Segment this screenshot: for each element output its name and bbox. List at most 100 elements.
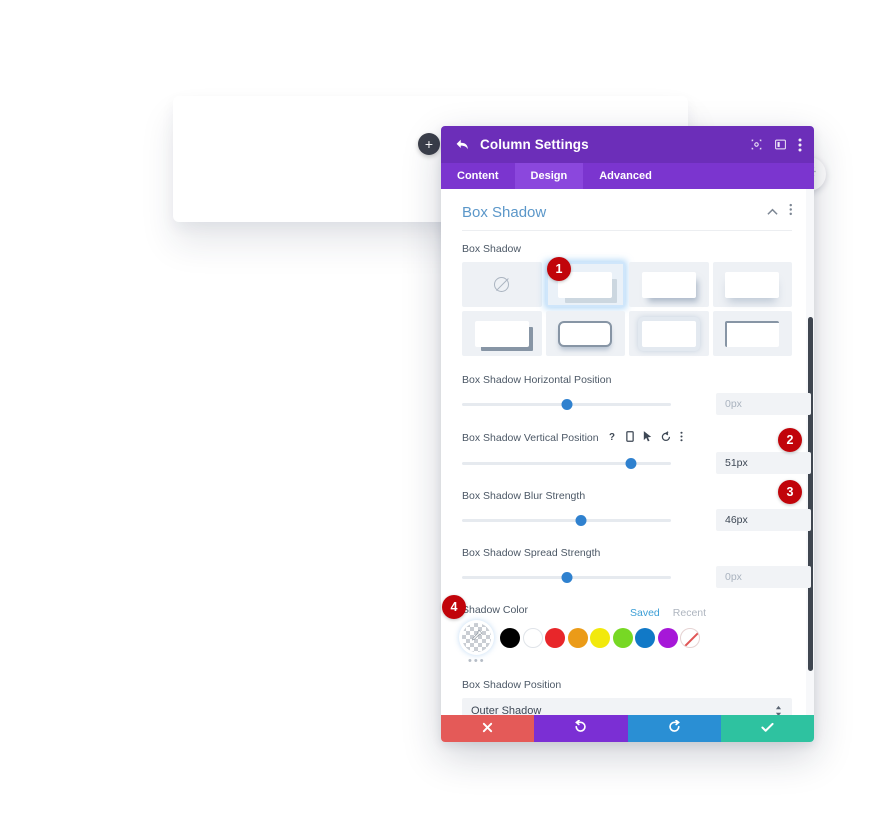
- svg-text:?: ?: [609, 432, 615, 442]
- shadow-color-swatches: [462, 623, 792, 652]
- preset-swatch: [725, 320, 780, 347]
- eyedropper-icon: [470, 629, 483, 647]
- swatch-blue[interactable]: [635, 627, 655, 648]
- eyedropper-transparent-swatch[interactable]: [462, 623, 491, 652]
- preset-top-left-border[interactable]: [712, 311, 792, 356]
- cursor-hover-icon[interactable]: [643, 431, 652, 445]
- annotation-badge-1: 1: [547, 257, 571, 281]
- box-shadow-position-select[interactable]: Outer Shadow: [462, 698, 792, 715]
- preset-swatch: [641, 320, 696, 347]
- preset-swatch: [474, 320, 529, 347]
- spread-strength-row: Box Shadow Spread Strength 0px: [462, 547, 811, 588]
- swatch-yellow[interactable]: [590, 627, 610, 648]
- preset-bottom-right-blur[interactable]: [629, 262, 709, 307]
- scrollbar-thumb[interactable]: [808, 317, 813, 671]
- spread-strength-label: Box Shadow Spread Strength: [462, 547, 601, 559]
- spread-strength-slider[interactable]: [462, 570, 671, 584]
- box-shadow-position-field: Box Shadow Position Outer Shadow: [462, 679, 792, 715]
- annotation-badge-2: 2: [778, 428, 802, 452]
- column-settings-modal: Column Settings Content Design Advanced …: [441, 126, 814, 742]
- slider-knob[interactable]: [561, 571, 572, 583]
- kebab-menu-icon[interactable]: [798, 138, 802, 152]
- color-tabs: Saved Recent: [630, 607, 706, 619]
- shadow-color-field: Shadow Color ••• Saved Recent: [462, 604, 792, 667]
- box-shadow-section-header: Box Shadow: [462, 203, 792, 231]
- reset-icon[interactable]: [661, 431, 671, 445]
- checkmark-icon: [761, 720, 774, 738]
- slider-knob[interactable]: [575, 514, 587, 526]
- back-arrow-icon[interactable]: [455, 138, 470, 151]
- preset-bottom-soft[interactable]: [712, 262, 792, 307]
- section-title: Box Shadow: [462, 203, 547, 221]
- horizontal-position-value[interactable]: 0px: [716, 393, 811, 415]
- screen: + Column Settings Content Design Advance…: [0, 0, 880, 815]
- responsive-preview-icon[interactable]: [750, 138, 763, 151]
- saved-colors-tab[interactable]: Saved: [630, 607, 660, 619]
- tab-content[interactable]: Content: [441, 163, 515, 189]
- swatch-red[interactable]: [545, 627, 565, 648]
- swatch-black[interactable]: [500, 627, 520, 648]
- blur-strength-row: Box Shadow Blur Strength 46px: [462, 490, 811, 531]
- tab-advanced[interactable]: Advanced: [583, 163, 668, 189]
- more-colors-button[interactable]: •••: [468, 655, 792, 667]
- preset-swatch: [641, 271, 696, 298]
- preset-swatch: [725, 271, 780, 298]
- preset-inner-glow[interactable]: [629, 311, 709, 356]
- shadow-color-label: Shadow Color: [462, 604, 528, 616]
- annotation-badge-3: 3: [778, 480, 802, 504]
- swatch-white[interactable]: [522, 627, 543, 648]
- chevron-up-icon[interactable]: [766, 203, 778, 221]
- mobile-device-icon[interactable]: [625, 431, 634, 445]
- modal-tabs: Content Design Advanced: [441, 163, 814, 189]
- horizontal-position-row: Box Shadow Horizontal Position 0px: [462, 374, 811, 415]
- modal-footer: [441, 715, 814, 742]
- swatch-purple[interactable]: [657, 627, 678, 648]
- slider-knob[interactable]: [561, 398, 572, 410]
- preset-none[interactable]: [462, 262, 542, 307]
- recent-colors-tab[interactable]: Recent: [673, 607, 706, 619]
- undo-button[interactable]: [534, 715, 628, 742]
- spread-strength-value[interactable]: 0px: [716, 566, 811, 588]
- save-button[interactable]: [720, 715, 814, 742]
- redo-button[interactable]: [627, 715, 721, 742]
- vertical-position-label: Box Shadow Vertical Position ?: [462, 431, 792, 445]
- box-shadow-preset-label: Box Shadow: [462, 243, 521, 255]
- modal-title: Column Settings: [480, 137, 589, 152]
- help-icon[interactable]: ?: [609, 431, 617, 445]
- kebab-menu-icon[interactable]: [789, 203, 793, 221]
- select-stepper-icon: [775, 705, 782, 715]
- redo-icon: [668, 719, 681, 738]
- blur-strength-label: Box Shadow Blur Strength: [462, 490, 586, 502]
- cancel-button[interactable]: [441, 715, 535, 742]
- tab-design[interactable]: Design: [514, 163, 584, 189]
- layout-panel-icon[interactable]: [774, 138, 787, 151]
- box-shadow-preset-grid: [462, 262, 792, 356]
- horizontal-position-slider[interactable]: [462, 397, 671, 411]
- swatch-none[interactable]: [680, 627, 700, 648]
- plus-icon: +: [424, 136, 434, 152]
- annotation-badge-4: 4: [442, 595, 466, 619]
- modal-body: Box Shadow Box Shadow Box Shadow Horizon…: [441, 189, 814, 715]
- vertical-position-slider[interactable]: [462, 456, 671, 470]
- preset-outline-rounded[interactable]: [545, 311, 625, 356]
- box-shadow-position-value: Outer Shadow: [471, 705, 542, 715]
- swatch-green[interactable]: [612, 627, 633, 648]
- no-shadow-icon: [494, 277, 510, 292]
- slider-track: [462, 461, 671, 465]
- horizontal-position-label: Box Shadow Horizontal Position: [462, 374, 612, 386]
- box-shadow-position-label: Box Shadow Position: [462, 679, 562, 691]
- undo-icon: [574, 719, 587, 738]
- kebab-menu-icon[interactable]: [680, 431, 683, 445]
- blur-strength-slider[interactable]: [462, 513, 671, 527]
- slider-knob[interactable]: [625, 457, 637, 469]
- close-x-icon: [482, 720, 493, 738]
- vertical-position-value[interactable]: 51px: [716, 452, 811, 474]
- swatch-orange[interactable]: [567, 627, 588, 648]
- add-module-button[interactable]: +: [418, 133, 440, 155]
- preset-hard-bottom-right[interactable]: [462, 311, 542, 356]
- preset-swatch: [558, 320, 613, 347]
- modal-header: Column Settings: [441, 126, 814, 163]
- vertical-position-label-text: Box Shadow Vertical Position: [462, 432, 599, 444]
- vertical-position-row: Box Shadow Vertical Position ? 51px: [462, 431, 811, 474]
- blur-strength-value[interactable]: 46px: [716, 509, 811, 531]
